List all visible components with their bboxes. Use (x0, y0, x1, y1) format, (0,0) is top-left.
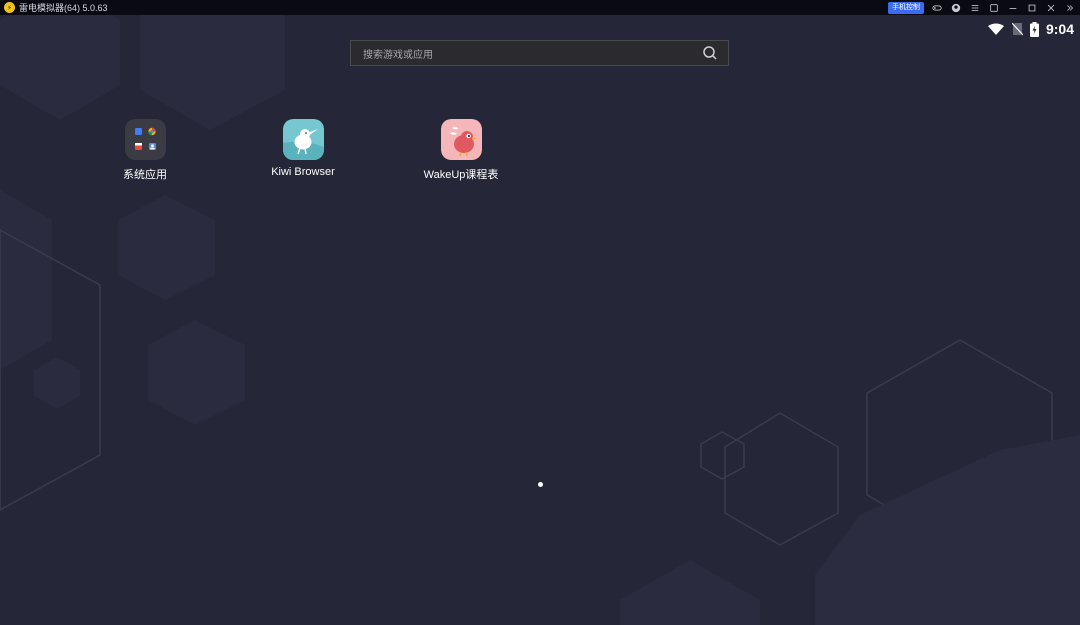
app-label: WakeUp课程表 (423, 169, 499, 181)
system-apps-folder-icon[interactable] (124, 119, 166, 160)
wakeup-schedule-icon[interactable] (440, 119, 482, 160)
expand-sidebar-icon[interactable] (1064, 2, 1076, 14)
gamepad-icon[interactable] (931, 2, 943, 14)
titlebar-controls: 手机控制 (888, 0, 1076, 15)
popout-icon[interactable] (988, 2, 1000, 14)
maximize-icon[interactable] (1026, 2, 1038, 14)
hexagon-wallpaper (0, 15, 1080, 625)
battery-charging-icon (1029, 21, 1039, 37)
search-bar[interactable]: 搜索游戏或应用 (350, 40, 729, 66)
account-icon[interactable] (950, 2, 962, 14)
app-label: Kiwi Browser (271, 166, 335, 178)
page-indicator-dot (538, 482, 543, 487)
search-icon[interactable] (702, 45, 718, 61)
window-title: 雷电模拟器(64) 5.0.63 (19, 3, 108, 13)
no-sim-icon (1011, 22, 1023, 36)
android-status-bar: 9:04 (987, 21, 1074, 37)
search-input[interactable]: 搜索游戏或应用 (363, 46, 702, 61)
wifi-icon (987, 23, 1004, 35)
app-kiwi-browser[interactable]: Kiwi Browser (248, 119, 358, 178)
emulator-logo-icon: ⚡ (4, 2, 15, 13)
android-home-screen: 9:04 搜索游戏或应用 系统应用 Kiwi Browser WakeUp课程表 (0, 15, 1080, 625)
app-wakeup-schedule[interactable]: WakeUp课程表 (406, 119, 516, 182)
kiwi-browser-icon[interactable] (282, 119, 324, 160)
close-icon[interactable] (1045, 2, 1057, 14)
app-system-apps[interactable]: 系统应用 (90, 119, 200, 182)
status-clock: 9:04 (1045, 21, 1074, 37)
minimize-icon[interactable] (1007, 2, 1019, 14)
menu-icon[interactable] (969, 2, 981, 14)
app-label: 系统应用 (123, 169, 167, 181)
emulator-titlebar: ⚡ 雷电模拟器(64) 5.0.63 手机控制 (0, 0, 1080, 15)
mobile-control-button[interactable]: 手机控制 (888, 1, 924, 14)
